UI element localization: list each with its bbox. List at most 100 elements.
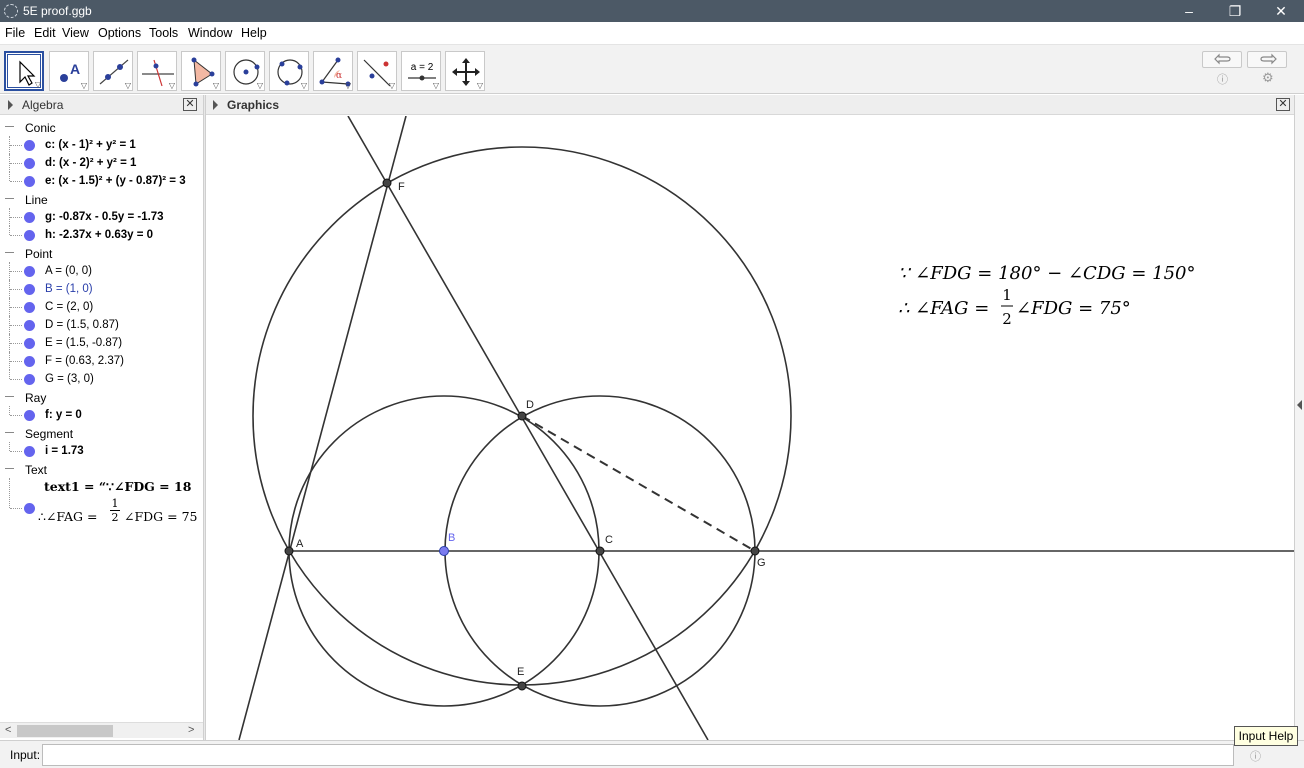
menu-options[interactable]: Options [98, 26, 141, 40]
polygon-tool-button[interactable]: ▽ [181, 51, 221, 91]
slider-tool-button[interactable]: a = 2 ▽ [401, 51, 441, 91]
category-label: Conic [25, 121, 56, 135]
visibility-dot[interactable] [24, 176, 35, 187]
visibility-dot[interactable] [24, 158, 35, 169]
point-F[interactable] [382, 178, 392, 188]
scroll-right-icon[interactable]: > [188, 724, 194, 736]
algebra-collapse-arrow-icon[interactable] [8, 100, 13, 110]
input-help-tooltip: Input Help [1234, 726, 1298, 746]
undo-button[interactable] [1202, 51, 1242, 68]
scroll-thumb[interactable] [17, 725, 113, 737]
point-E[interactable] [517, 681, 527, 691]
algebra-item-text1[interactable]: text1 = “∵∠FDG = 18 ∴∠FAG = 1 2 ∠FDG = 7… [0, 478, 203, 528]
category-line[interactable]: Line [0, 190, 203, 208]
algebra-item-d[interactable]: d: (x - 2)² + y² = 1 [0, 154, 203, 172]
move-view-tool-button[interactable]: ▽ [445, 51, 485, 91]
math-line-2-suffix[interactable]: ∠FDG = 75° [1016, 298, 1131, 319]
math-fraction-denominator: 2 [1002, 310, 1012, 328]
segment-i[interactable] [521, 415, 756, 552]
input-field[interactable] [42, 744, 1234, 766]
math-fraction-numerator: 1 [1002, 286, 1012, 304]
perpendicular-tool-button[interactable]: ▽ [137, 51, 177, 91]
menu-help[interactable]: Help [241, 26, 267, 40]
algebra-item-F[interactable]: F = (0.63, 2.37) [0, 352, 203, 370]
scroll-left-icon[interactable]: < [5, 724, 11, 736]
point-label-B: B [448, 532, 455, 544]
visibility-dot[interactable] [24, 446, 35, 457]
line-g[interactable] [347, 116, 709, 740]
algebra-item-i[interactable]: i = 1.73 [0, 442, 203, 460]
visibility-dot[interactable] [24, 212, 35, 223]
redo-button[interactable] [1247, 51, 1287, 68]
point-A[interactable] [284, 546, 294, 556]
angle-tool-button[interactable]: α ▽ [313, 51, 353, 91]
visibility-dot[interactable] [24, 356, 35, 367]
math-line-2-prefix[interactable]: ∴ ∠FAG = [898, 298, 989, 319]
algebra-item-B[interactable]: B = (1, 0) [0, 280, 203, 298]
algebra-item-E[interactable]: E = (1.5, -0.87) [0, 334, 203, 352]
point-G[interactable] [750, 546, 760, 556]
menu-view[interactable]: View [62, 26, 89, 40]
graphics-collapse-arrow-icon[interactable] [213, 100, 218, 110]
reflect-tool-button[interactable]: ▽ [357, 51, 397, 91]
point-tool-button[interactable]: A ▽ [49, 51, 89, 91]
graphics-close-button[interactable]: ✕ [1276, 98, 1290, 111]
circle-tool-button[interactable]: ▽ [225, 51, 265, 91]
category-text[interactable]: Text [0, 460, 203, 478]
algebra-close-button[interactable]: ✕ [183, 98, 197, 111]
menu-tools[interactable]: Tools [149, 26, 178, 40]
algebra-item-D[interactable]: D = (1.5, 0.87) [0, 316, 203, 334]
visibility-dot[interactable] [24, 230, 35, 241]
minimize-button[interactable]: – [1166, 0, 1212, 22]
algebra-item-f[interactable]: f: y = 0 [0, 406, 203, 424]
side-panel-toggle[interactable] [1294, 95, 1304, 740]
point-label-C: C [605, 534, 613, 546]
algebra-horizontal-scrollbar[interactable]: < > [0, 722, 203, 738]
text1-fraction: 1 2 [110, 497, 120, 524]
app-icon [4, 4, 18, 18]
visibility-dot[interactable] [24, 140, 35, 151]
algebra-item-G[interactable]: G = (3, 0) [0, 370, 203, 388]
toolbar-help-icon[interactable]: ⓘ [1217, 71, 1228, 87]
geometry-canvas[interactable]: A B C D E F G ∵ ∠FDG = 180° − ∠CDG = 150… [206, 116, 1294, 740]
category-segment[interactable]: Segment [0, 424, 203, 442]
visibility-dot[interactable] [24, 320, 35, 331]
close-button[interactable]: ✕ [1258, 0, 1304, 22]
menu-edit[interactable]: Edit [34, 26, 56, 40]
menu-file[interactable]: File [5, 26, 25, 40]
algebra-item-C[interactable]: C = (2, 0) [0, 298, 203, 316]
visibility-dot[interactable] [24, 284, 35, 295]
category-ray[interactable]: Ray [0, 388, 203, 406]
move-tool-button[interactable]: ▽ [4, 51, 44, 91]
graphics-panel-title: Graphics [227, 98, 280, 112]
expand-arrow-icon[interactable] [1297, 400, 1302, 410]
visibility-dot[interactable] [24, 338, 35, 349]
algebra-item-g[interactable]: g: -0.87x - 0.5y = -1.73 [0, 208, 203, 226]
menu-window[interactable]: Window [188, 26, 232, 40]
settings-gear-icon[interactable]: ⚙ [1262, 70, 1274, 86]
circle-three-points-tool-button[interactable]: ▽ [269, 51, 309, 91]
point-label-E: E [517, 666, 524, 678]
algebra-item-e[interactable]: e: (x - 1.5)² + (y - 0.87)² = 3 [0, 172, 203, 190]
algebra-item-h[interactable]: h: -2.37x + 0.63y = 0 [0, 226, 203, 244]
line-tool-button[interactable]: ▽ [93, 51, 133, 91]
visibility-dot[interactable] [24, 410, 35, 421]
category-label: Ray [25, 391, 47, 405]
maximize-button[interactable]: ❐ [1212, 0, 1258, 22]
undo-icon [1214, 53, 1231, 65]
category-point[interactable]: Point [0, 244, 203, 262]
algebra-item-c[interactable]: c: (x - 1)² + y² = 1 [0, 136, 203, 154]
visibility-dot[interactable] [24, 503, 35, 514]
category-label: Text [25, 463, 48, 477]
visibility-dot[interactable] [24, 302, 35, 313]
point-D[interactable] [517, 411, 527, 421]
visibility-dot[interactable] [24, 374, 35, 385]
point-B[interactable] [439, 546, 449, 556]
help-icon[interactable]: ⓘ [1250, 748, 1261, 764]
graphics-view[interactable]: A B C D E F G ∵ ∠FDG = 180° − ∠CDG = 150… [206, 116, 1294, 740]
algebra-item-A[interactable]: A = (0, 0) [0, 262, 203, 280]
point-C[interactable] [595, 546, 605, 556]
math-line-1[interactable]: ∵ ∠FDG = 180° − ∠CDG = 150° [898, 263, 1196, 284]
visibility-dot[interactable] [24, 266, 35, 277]
category-conic[interactable]: Conic [0, 118, 203, 136]
